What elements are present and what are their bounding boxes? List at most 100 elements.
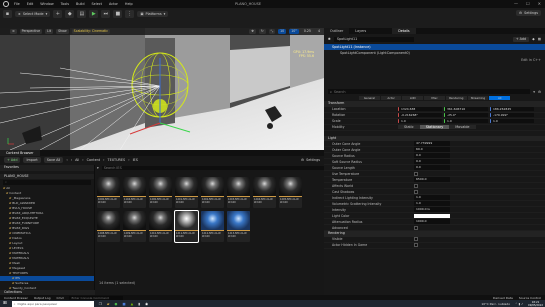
save-all-button[interactable]: Save All [43, 157, 64, 163]
transform-label[interactable]: Location [324, 107, 380, 111]
asset-tile[interactable]: 1210-NTC-CL-WW-100 [149, 211, 172, 242]
add-component-button[interactable]: + Add [512, 36, 530, 42]
forward-icon[interactable]: › [71, 158, 72, 162]
unreal-logo-icon[interactable] [3, 1, 9, 7]
epic-icon[interactable]: ▮ [138, 302, 140, 306]
maximize-button[interactable]: ☐ [526, 1, 530, 6]
edit-cpp-icon[interactable]: ▦ [538, 37, 541, 41]
light-property-value[interactable]: 0.0 [414, 153, 450, 158]
light-property-value[interactable]: 1000.0 lu [414, 207, 450, 212]
back-icon[interactable]: ‹ [66, 158, 67, 162]
asset-tile[interactable]: 1200-NTC-CL-WW-100 [149, 177, 172, 208]
light-property-value[interactable]: 0.0 [414, 165, 450, 170]
asset-tile[interactable]: 1201-NTC-CL-WW-100 [175, 177, 198, 208]
menu-item-edit[interactable]: Edit [27, 2, 34, 6]
weather-widget[interactable]: 10°C Parc. nublado [481, 302, 510, 306]
filter-tab-actor[interactable]: Actor [380, 95, 402, 101]
asset-tile[interactable]: 1204-NTC-CL-WW-100 [253, 177, 276, 208]
transform-z-field[interactable]: 186.261845 [490, 106, 534, 112]
asset-tile[interactable]: 1205-NTC-CL-WW-100 [279, 177, 302, 208]
translate-icon[interactable]: ✥ [249, 29, 256, 34]
details-search-input[interactable]: ⌕ Search [328, 89, 531, 94]
asset-tile[interactable]: 1211-NTC-CL-WW-100 [174, 210, 199, 243]
asset-tile[interactable]: 1000-NTC-CL-WW-100 [97, 177, 120, 208]
blueprint-icon[interactable]: ◆ [65, 10, 75, 18]
tab-outliner[interactable]: Outliner [324, 28, 350, 34]
source-control-button[interactable]: Source Control [519, 296, 541, 300]
console-input[interactable]: Enter Console Command [69, 295, 123, 300]
asset-tile[interactable]: 1203-NTC-CL-WW-100 [227, 177, 250, 208]
filter-tab-rendering[interactable]: Rendering [445, 95, 467, 101]
content-add-button[interactable]: + Add [4, 157, 21, 163]
breadcrumb-item[interactable]: IES [133, 158, 138, 162]
derived-data-button[interactable]: Derived Data [493, 296, 513, 300]
light-property-value[interactable]: 69.0 [414, 147, 450, 152]
blueprint-icon[interactable]: ◆ [532, 37, 535, 41]
scale-snap-value[interactable]: 0.25 [301, 29, 313, 34]
platforms-dropdown[interactable]: ▣ Platforms ▾ [137, 11, 169, 17]
clock[interactable]: 18:21 09/05/2022 [528, 301, 543, 307]
light-property-value[interactable]: 1.0 [414, 201, 450, 206]
selected-actor-name[interactable]: SpotLight11 [333, 36, 414, 42]
breadcrumb-item[interactable]: Content [87, 158, 101, 162]
perspective-button[interactable]: Perspective [19, 29, 43, 34]
asset-tile[interactable]: 1212-NTC-CL-WW-100 [201, 211, 224, 242]
content-settings-button[interactable]: ⚙ Settings [301, 158, 320, 162]
transform-z-field[interactable]: -179.999° [490, 112, 534, 118]
asset-tile[interactable]: 1209-NTC-CL-WW-100 [123, 211, 146, 242]
asset-tile[interactable]: 1213-NTC-CL-WW-100 [227, 211, 250, 242]
transform-x-field[interactable]: -0.216268° [398, 112, 442, 118]
skip-icon[interactable]: ⏭ [101, 10, 111, 18]
menu-item-window[interactable]: Window [40, 2, 53, 6]
transform-label[interactable]: Rotation [324, 113, 380, 117]
explorer-icon[interactable]: ▰ [107, 302, 110, 306]
close-button[interactable]: ✕ [538, 1, 541, 6]
settings-button[interactable]: ⚙ Settings [516, 10, 541, 16]
filter-tab-all[interactable]: All [489, 95, 511, 101]
property-checkbox[interactable] [414, 183, 418, 188]
menu-item-actor[interactable]: Actor [109, 2, 118, 6]
level-viewport[interactable]: ≡ Perspective Lit Show Scalability: Cine… [0, 28, 324, 150]
tab-content-browser[interactable]: Content Browser [0, 150, 40, 156]
show-button[interactable]: Show [56, 29, 69, 34]
breadcrumb-item[interactable]: TEXTURES [108, 158, 126, 162]
taskbar-search[interactable]: ⌕ Digite aqui para pesquisar [11, 300, 94, 307]
rotate-icon[interactable]: ↻ [258, 29, 266, 34]
menu-item-help[interactable]: Help [125, 2, 133, 6]
menu-item-select[interactable]: Select [92, 2, 102, 6]
transform-y-field[interactable]: -25.0° [444, 112, 488, 118]
transform-x-field[interactable]: 1324.638 [398, 106, 442, 112]
mobility-static[interactable]: Static [398, 124, 420, 130]
menu-item-file[interactable]: File [14, 2, 20, 6]
light-property-value[interactable]: 1000.0 [414, 219, 450, 224]
more-options-icon[interactable]: ⋮ [125, 10, 135, 18]
property-checkbox[interactable] [414, 237, 418, 241]
play-icon[interactable]: ▶ [89, 10, 99, 18]
transform-label[interactable]: Scale [324, 119, 380, 123]
import-button[interactable]: Import [23, 157, 41, 163]
tab-details[interactable]: Details [392, 28, 416, 34]
output-log-button[interactable]: Output Log [34, 296, 51, 300]
edit-in-cpp-label[interactable]: Edit in C++ [521, 58, 541, 62]
light-property-value[interactable]: 47.739999 [414, 141, 450, 146]
asset-tile[interactable]: 1202-NTC-CL-WW-100 [201, 177, 224, 208]
tree-search-input[interactable]: ⌕ [3, 180, 91, 185]
viewport-menu-icon[interactable]: ≡ [10, 29, 17, 34]
menu-item-build[interactable]: Build [76, 2, 85, 6]
task-view-icon[interactable]: ❐ [99, 302, 102, 306]
property-checkbox[interactable] [414, 171, 418, 176]
favorites-header[interactable]: Favorites [0, 165, 94, 171]
asset-tile[interactable]: 1104-NTC-CL-WW-100 [123, 177, 146, 208]
grid-snap-value[interactable]: 10 [278, 29, 287, 34]
scale-icon[interactable]: ⤡ [268, 29, 276, 34]
cinematics-icon[interactable]: ▤ [77, 10, 87, 18]
asset-search-input[interactable]: Search IES [101, 165, 324, 171]
windows-start-icon[interactable]: ⊞ [3, 301, 7, 306]
camera-speed-value[interactable]: 4 [315, 29, 322, 34]
filter-tab-lod[interactable]: LOD [402, 95, 424, 101]
mobility-movable[interactable]: Movable [449, 124, 476, 130]
content-drawer-button[interactable]: Content Drawer [4, 296, 28, 300]
light-property-value[interactable]: 1.0 [414, 195, 450, 200]
save-icon[interactable]: ▪ [3, 10, 12, 18]
filter-icon[interactable]: ▾ [97, 166, 99, 170]
